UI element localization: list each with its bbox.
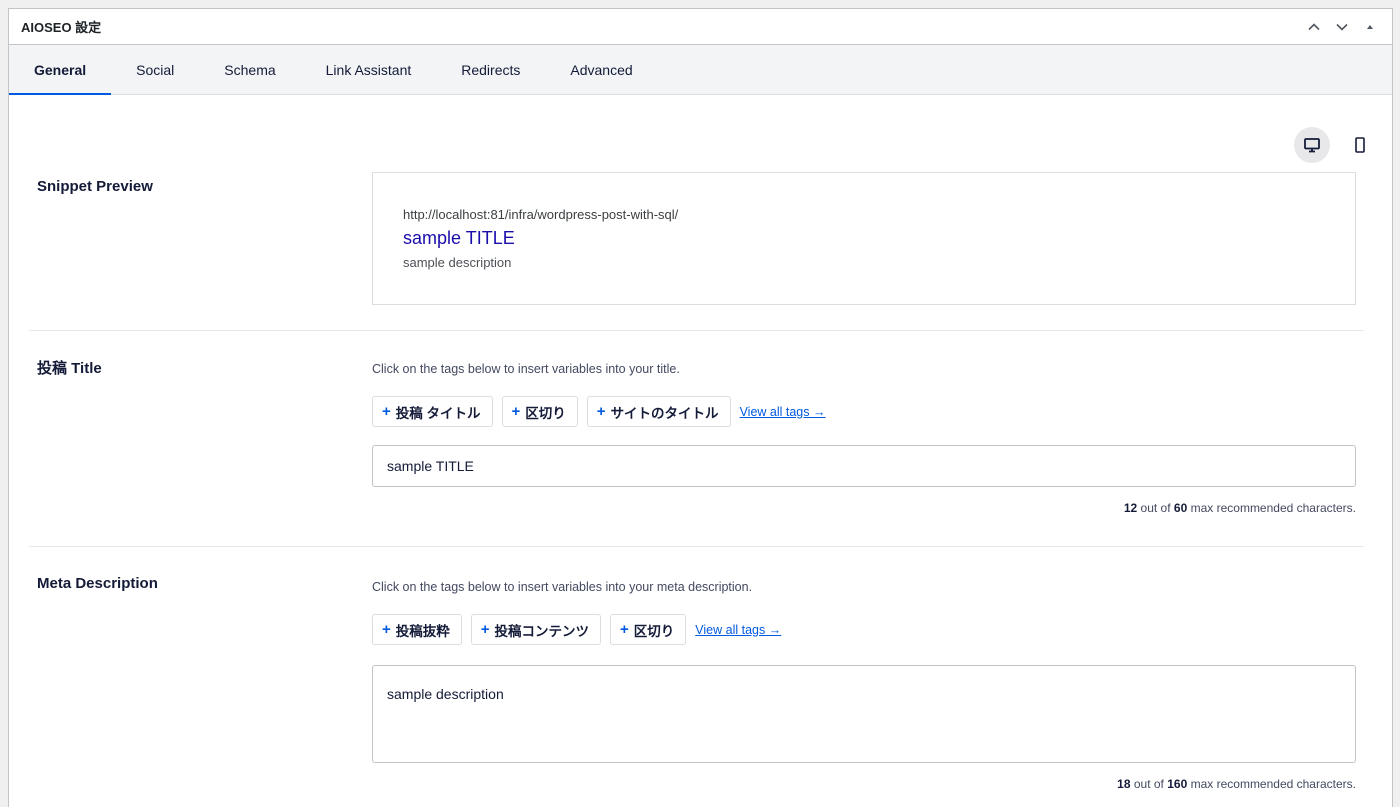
char-count: 18	[1117, 777, 1131, 791]
plus-icon: +	[480, 621, 490, 638]
tag-site-title[interactable]: + サイトのタイトル	[586, 396, 731, 427]
meta-description-textarea[interactable]: sample description	[372, 665, 1356, 763]
tab-advanced[interactable]: Advanced	[545, 45, 657, 94]
tab-link-assistant[interactable]: Link Assistant	[301, 45, 437, 94]
tag-label: 区切り	[633, 623, 675, 639]
counter-tail: max recommended characters.	[1190, 501, 1356, 515]
view-all-tags-link[interactable]: View all tags →	[740, 405, 826, 419]
snippet-url: http://localhost:81/infra/wordpress-post…	[403, 207, 679, 222]
meta-description-row: Meta Description Click on the tags below…	[29, 547, 1364, 807]
tab-general[interactable]: General	[9, 45, 112, 95]
metabox-controls	[1304, 17, 1380, 37]
post-title-row: 投稿 Title Click on the tags below to inse…	[29, 331, 1364, 547]
post-title-tags: + 投稿 タイトル + 区切り + サイトのタイトル View all tags →	[372, 396, 1356, 427]
plus-icon: +	[382, 621, 391, 638]
triangle-up-icon[interactable]	[1360, 17, 1380, 37]
tag-post-content[interactable]: + 投稿コンテンツ	[470, 614, 602, 645]
tag-separator[interactable]: + 区切り	[610, 614, 687, 645]
tag-label: 区切り	[525, 405, 566, 421]
post-title-input[interactable]: sample TITLE	[372, 445, 1356, 487]
post-title-label: 投稿 Title	[37, 360, 102, 377]
desktop-icon[interactable]	[1294, 127, 1330, 163]
tab-redirects[interactable]: Redirects	[436, 45, 545, 94]
chevron-up-icon[interactable]	[1304, 17, 1324, 37]
post-title-hint: Click on the tags below to insert variab…	[372, 362, 680, 376]
snippet-preview-box: http://localhost:81/infra/wordpress-post…	[372, 172, 1356, 305]
mobile-icon[interactable]	[1342, 127, 1378, 163]
aioseo-metabox: AIOSEO 設定 General Social Schema Link Ass…	[8, 8, 1393, 807]
char-max: 60	[1173, 501, 1188, 515]
metabox-title: AIOSEO 設定	[21, 20, 102, 35]
snippet-title: sample TITLE	[403, 228, 515, 248]
snippet-description: sample description	[403, 255, 512, 270]
char-count: 12	[1123, 501, 1138, 515]
tag-label: サイトのタイトル	[610, 405, 719, 421]
snippet-preview-body: http://localhost:81/infra/wordpress-post…	[372, 172, 1364, 330]
tag-post-excerpt[interactable]: + 投稿抜粋	[372, 614, 462, 645]
snippet-preview-row: Snippet Preview http://localhost:81/infr…	[29, 95, 1364, 331]
meta-description-hint: Click on the tags below to insert variab…	[372, 580, 753, 594]
meta-description-body: Click on the tags below to insert variab…	[372, 575, 1364, 807]
counter-tail: max recommended characters.	[1190, 777, 1356, 791]
tag-post-title[interactable]: + 投稿 タイトル	[372, 396, 493, 427]
tab-schema[interactable]: Schema	[199, 45, 300, 94]
view-all-tags-link[interactable]: View all tags →	[695, 623, 781, 637]
meta-description-label: Meta Description	[37, 575, 158, 592]
tab-social[interactable]: Social	[111, 45, 199, 94]
post-title-body: Click on the tags below to insert variab…	[372, 357, 1364, 546]
tag-label: 投稿コンテンツ	[494, 623, 590, 639]
chevron-down-icon[interactable]	[1332, 17, 1352, 37]
general-tab-content: Snippet Preview http://localhost:81/infr…	[9, 95, 1392, 807]
snippet-preview-label: Snippet Preview	[37, 178, 153, 195]
device-toggle	[1294, 127, 1378, 163]
tab-bar: General Social Schema Link Assistant Red…	[9, 45, 1392, 95]
plus-icon: +	[511, 403, 521, 420]
meta-description-tags: + 投稿抜粋 + 投稿コンテンツ + 区切り View all tags →	[372, 614, 1356, 645]
tag-separator[interactable]: + 区切り	[501, 396, 578, 427]
plus-icon: +	[596, 403, 606, 420]
tag-label: 投稿抜粋	[395, 623, 450, 639]
char-max: 160	[1167, 777, 1188, 791]
counter-mid: out of	[1140, 501, 1171, 515]
post-title-counter: 12 out of 60 max recommended characters.	[372, 501, 1356, 515]
metabox-header: AIOSEO 設定	[9, 9, 1392, 45]
plus-icon: +	[382, 403, 391, 420]
counter-mid: out of	[1133, 777, 1164, 791]
plus-icon: +	[620, 621, 629, 638]
tag-label: 投稿 タイトル	[395, 405, 481, 421]
meta-description-counter: 18 out of 160 max recommended characters…	[372, 777, 1356, 791]
